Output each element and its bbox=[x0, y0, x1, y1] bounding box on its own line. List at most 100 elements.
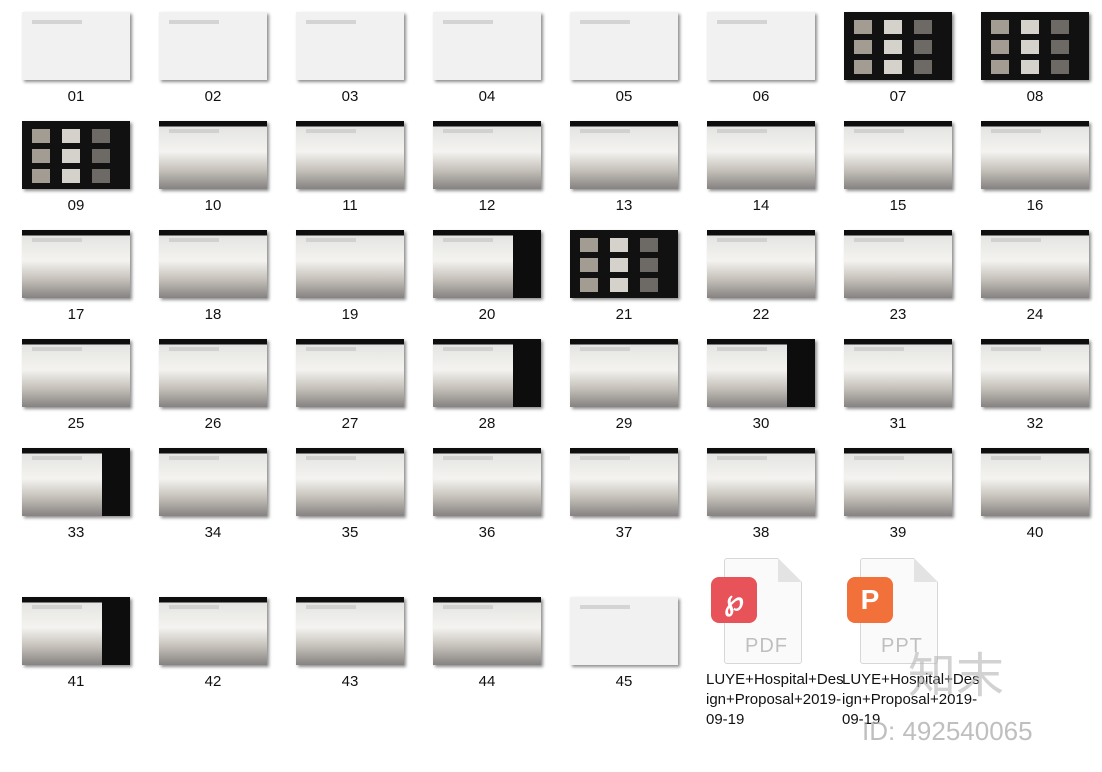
thumbnail-image bbox=[296, 597, 404, 665]
thumbnail-image bbox=[707, 12, 815, 80]
thumbnail-image bbox=[296, 12, 404, 80]
thumbnail-item[interactable]: 39 bbox=[844, 448, 981, 557]
thumbnail-image bbox=[22, 12, 130, 80]
thumbnail-item[interactable]: 33 bbox=[22, 448, 159, 557]
thumbnail-image bbox=[433, 12, 541, 80]
thumbnail-item[interactable]: 08 bbox=[981, 12, 1102, 121]
thumbnail-label: 29 bbox=[615, 415, 633, 432]
thumbnail-image bbox=[159, 12, 267, 80]
thumbnail-image bbox=[433, 230, 541, 298]
thumbnail-image bbox=[159, 121, 267, 189]
thumbnail-item[interactable]: 41 bbox=[22, 597, 159, 706]
watermark-id: ID: 492540065 bbox=[862, 716, 1033, 746]
thumbnail-label: 12 bbox=[478, 197, 496, 214]
thumbnail-image bbox=[22, 597, 130, 665]
thumbnail-image bbox=[433, 597, 541, 665]
thumbnail-item[interactable]: 38 bbox=[707, 448, 844, 557]
thumbnail-label: 42 bbox=[204, 673, 222, 690]
thumbnail-item[interactable]: 06 bbox=[707, 12, 844, 121]
thumbnail-image bbox=[844, 121, 952, 189]
thumbnail-label: 23 bbox=[889, 306, 907, 323]
thumbnail-item[interactable]: 26 bbox=[159, 339, 296, 448]
thumbnail-image bbox=[844, 448, 952, 516]
thumbnail-item[interactable]: 22 bbox=[707, 230, 844, 339]
thumbnail-image bbox=[22, 448, 130, 516]
thumbnail-item[interactable]: 21 bbox=[570, 230, 707, 339]
thumbnail-item[interactable]: 28 bbox=[433, 339, 570, 448]
thumbnail-label: 38 bbox=[752, 524, 770, 541]
file-item-pdf[interactable]: ℘ PDF LUYE+Hospital+Design+Proposal+2019… bbox=[706, 558, 846, 758]
thumbnail-item[interactable]: 34 bbox=[159, 448, 296, 557]
thumbnail-label: 13 bbox=[615, 197, 633, 214]
thumbnail-item[interactable]: 09 bbox=[22, 121, 159, 230]
pdf-file-icon: ℘ PDF bbox=[711, 558, 802, 664]
thumbnail-item[interactable]: 25 bbox=[22, 339, 159, 448]
thumbnail-image bbox=[981, 230, 1089, 298]
thumbnail-image bbox=[707, 121, 815, 189]
thumbnail-item[interactable]: 19 bbox=[296, 230, 433, 339]
thumbnail-item[interactable]: 42 bbox=[159, 597, 296, 706]
thumbnail-label: 45 bbox=[615, 673, 633, 690]
ppt-badge-icon: P bbox=[847, 577, 893, 623]
thumbnail-label: 11 bbox=[342, 197, 358, 214]
thumbnail-image bbox=[981, 12, 1089, 80]
thumbnail-item[interactable]: 31 bbox=[844, 339, 981, 448]
thumbnail-image bbox=[296, 448, 404, 516]
thumbnail-label: 04 bbox=[478, 88, 496, 105]
thumbnail-item[interactable]: 29 bbox=[570, 339, 707, 448]
thumbnail-item[interactable]: 18 bbox=[159, 230, 296, 339]
thumbnail-label: 10 bbox=[204, 197, 222, 214]
thumbnail-image bbox=[296, 230, 404, 298]
thumbnail-item[interactable]: 43 bbox=[296, 597, 433, 706]
thumbnail-label: 30 bbox=[752, 415, 770, 432]
thumbnail-item[interactable]: 01 bbox=[22, 12, 159, 121]
thumbnail-item[interactable]: 02 bbox=[159, 12, 296, 121]
thumbnail-item[interactable]: 37 bbox=[570, 448, 707, 557]
thumbnail-image bbox=[844, 12, 952, 80]
thumbnail-item[interactable]: 45 bbox=[570, 597, 707, 706]
thumbnail-label: 39 bbox=[889, 524, 907, 541]
thumbnail-label: 24 bbox=[1026, 306, 1044, 323]
thumbnail-item[interactable]: 16 bbox=[981, 121, 1102, 230]
thumbnail-item[interactable]: 20 bbox=[433, 230, 570, 339]
thumbnail-item[interactable]: 44 bbox=[433, 597, 570, 706]
thumbnail-label: 17 bbox=[67, 306, 85, 323]
thumbnail-item[interactable]: 36 bbox=[433, 448, 570, 557]
thumbnail-item[interactable]: 07 bbox=[844, 12, 981, 121]
thumbnail-item[interactable]: 03 bbox=[296, 12, 433, 121]
thumbnail-label: 21 bbox=[615, 306, 633, 323]
thumbnail-image bbox=[844, 339, 952, 407]
thumbnail-item[interactable]: 35 bbox=[296, 448, 433, 557]
thumbnail-label: 33 bbox=[67, 524, 85, 541]
thumbnail-label: 16 bbox=[1026, 197, 1044, 214]
thumbnail-image bbox=[159, 230, 267, 298]
thumbnail-item[interactable]: 13 bbox=[570, 121, 707, 230]
thumbnail-label: 43 bbox=[341, 673, 359, 690]
thumbnail-item[interactable]: 04 bbox=[433, 12, 570, 121]
thumbnail-image bbox=[570, 339, 678, 407]
thumbnail-item[interactable]: 23 bbox=[844, 230, 981, 339]
thumbnail-item[interactable]: 40 bbox=[981, 448, 1102, 557]
thumbnail-image bbox=[433, 448, 541, 516]
thumbnail-label: 41 bbox=[67, 673, 85, 690]
thumbnail-item[interactable]: 10 bbox=[159, 121, 296, 230]
thumbnail-label: 40 bbox=[1026, 524, 1044, 541]
thumbnail-item[interactable]: 17 bbox=[22, 230, 159, 339]
thumbnail-label: 19 bbox=[341, 306, 359, 323]
thumbnail-label: 06 bbox=[752, 88, 770, 105]
thumbnail-image bbox=[22, 121, 130, 189]
thumbnail-item[interactable]: 27 bbox=[296, 339, 433, 448]
thumbnail-item[interactable]: 12 bbox=[433, 121, 570, 230]
thumbnail-item[interactable]: 14 bbox=[707, 121, 844, 230]
thumbnail-item[interactable]: 32 bbox=[981, 339, 1102, 448]
thumbnail-item[interactable]: 30 bbox=[707, 339, 844, 448]
thumbnail-item[interactable]: 11 bbox=[296, 121, 433, 230]
thumbnail-item[interactable]: 05 bbox=[570, 12, 707, 121]
thumbnail-label: 35 bbox=[341, 524, 359, 541]
thumbnail-item[interactable]: 15 bbox=[844, 121, 981, 230]
thumbnail-item[interactable]: 24 bbox=[981, 230, 1102, 339]
thumbnail-image bbox=[707, 230, 815, 298]
thumbnail-image bbox=[570, 121, 678, 189]
thumbnail-label: 03 bbox=[341, 88, 359, 105]
thumbnail-image bbox=[570, 597, 678, 665]
